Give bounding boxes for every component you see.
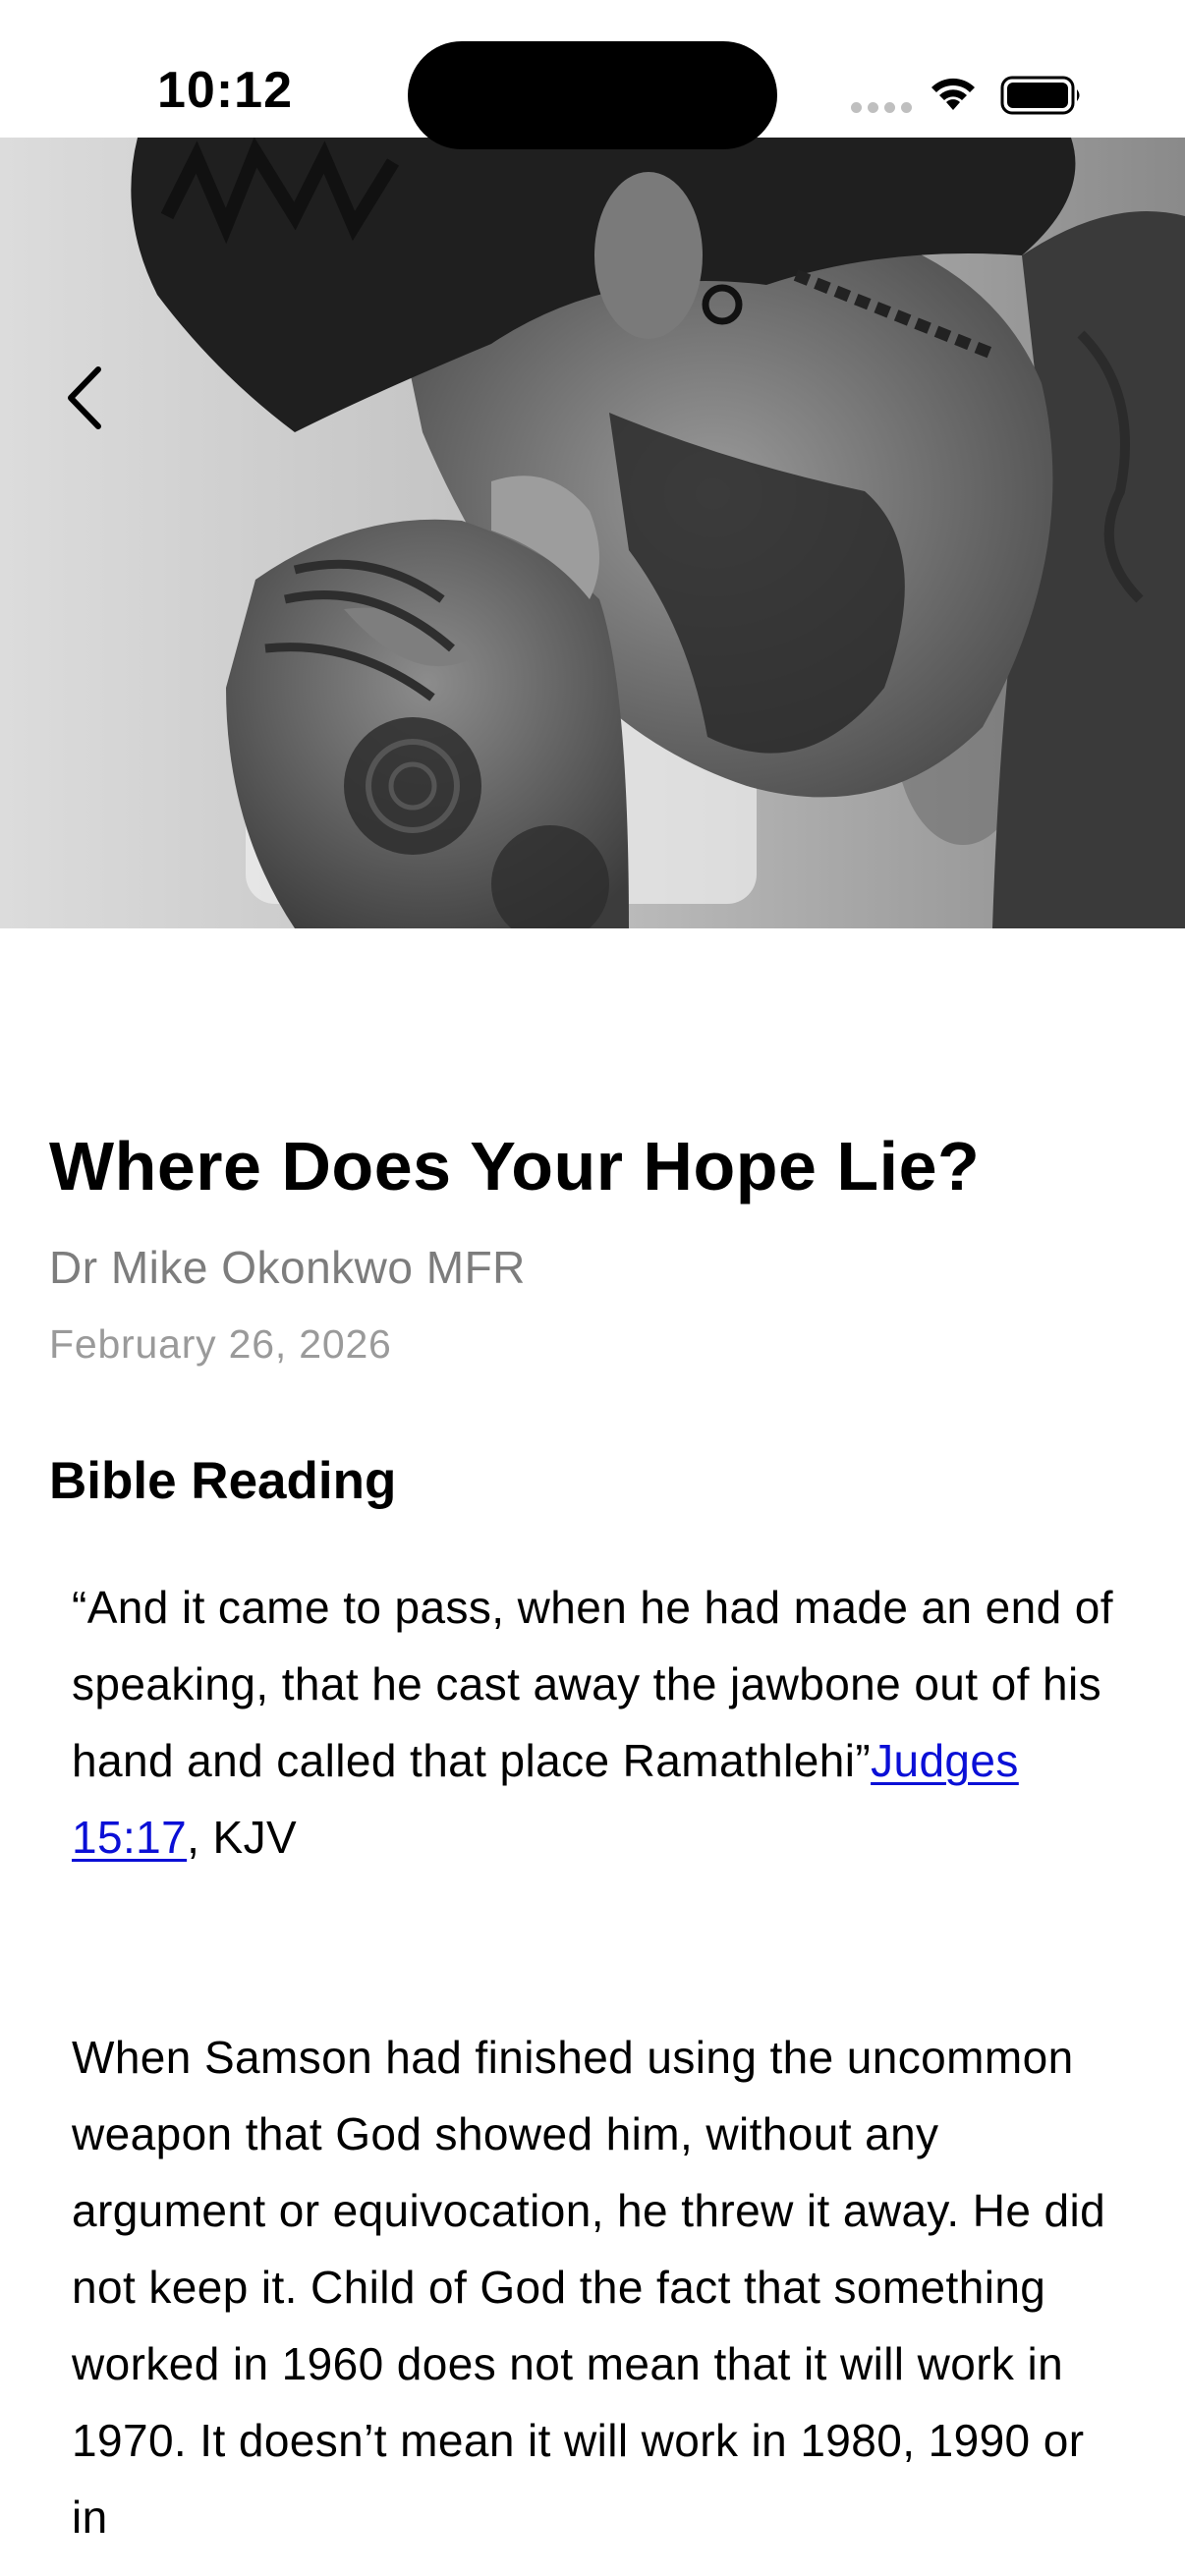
battery-icon <box>1000 76 1080 115</box>
article-date: February 26, 2026 <box>49 1321 392 1367</box>
back-button[interactable] <box>49 354 118 442</box>
wifi-icon <box>931 78 975 110</box>
article-body: When Samson had finished using the uncom… <box>72 2032 1106 2543</box>
dynamic-island <box>408 41 777 149</box>
article-title: Where Does Your Hope Lie? <box>49 1128 981 1204</box>
hero-image <box>0 138 1185 928</box>
praying-man-photo <box>0 138 1185 928</box>
scripture-quote: “And it came to pass, when he had made a… <box>72 1569 1133 1876</box>
cellular-signal-icon <box>851 102 912 113</box>
scripture-version: , KJV <box>187 1812 298 1863</box>
status-time: 10:12 <box>157 62 293 119</box>
article-author: Dr Mike Okonkwo MFR <box>49 1242 526 1293</box>
section-heading: Bible Reading <box>49 1452 397 1510</box>
chevron-left-icon <box>68 366 101 429</box>
